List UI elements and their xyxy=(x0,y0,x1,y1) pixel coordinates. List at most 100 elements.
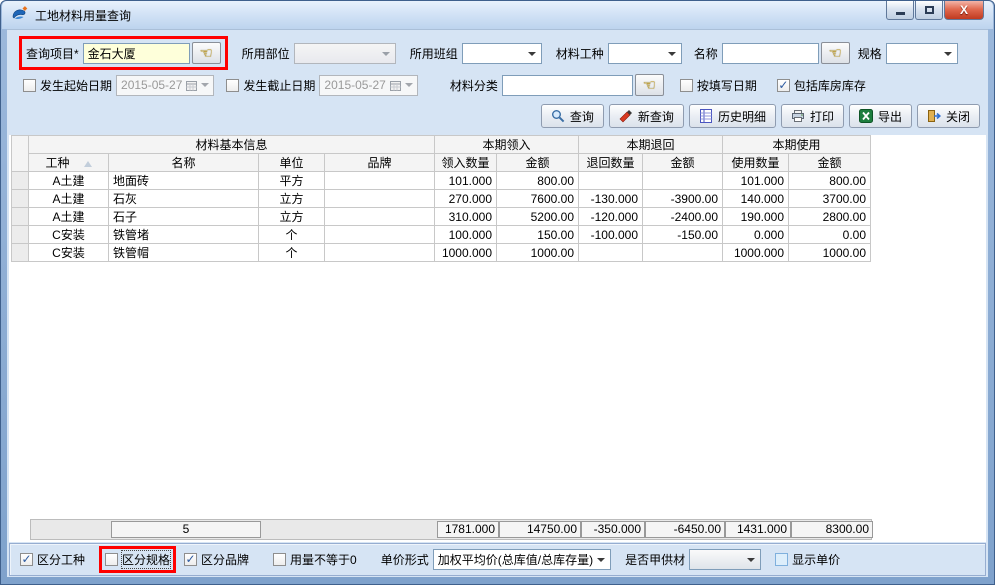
grid-cell[interactable]: 270.000 xyxy=(435,190,497,208)
grid-cell[interactable]: 0.00 xyxy=(789,226,871,244)
grid-cell[interactable]: 800.00 xyxy=(497,172,579,190)
column-header-received-amount[interactable]: 金额 xyxy=(497,154,579,172)
grid-cell[interactable]: 190.000 xyxy=(723,208,789,226)
grid-cell[interactable]: -2400.00 xyxy=(643,208,723,226)
grid-cell[interactable]: 1000.000 xyxy=(723,244,789,262)
grid-cell[interactable]: 2800.00 xyxy=(789,208,871,226)
grid-cell[interactable]: A土建 xyxy=(29,208,109,226)
row-selector[interactable] xyxy=(12,244,29,262)
distinguish-brand-checkbox[interactable] xyxy=(184,553,197,566)
grid-cell[interactable]: -120.000 xyxy=(579,208,643,226)
close-window-button[interactable]: 关闭 xyxy=(917,104,980,128)
grid-cell[interactable]: 个 xyxy=(259,226,325,244)
grid-cell[interactable]: 平方 xyxy=(259,172,325,190)
row-selector[interactable] xyxy=(12,208,29,226)
team-select[interactable] xyxy=(462,43,542,64)
name-input[interactable] xyxy=(722,43,819,64)
print-button[interactable]: 打印 xyxy=(781,104,844,128)
show-unit-price-checkbox[interactable] xyxy=(775,553,788,566)
table-row[interactable]: A土建石灰立方 270.0007600.00-130.000-3900.00140… xyxy=(12,190,871,208)
grid-cell[interactable] xyxy=(643,172,723,190)
end-date-checkbox[interactable] xyxy=(226,79,239,92)
grid-cell[interactable]: 0.000 xyxy=(723,226,789,244)
project-picker-button[interactable]: ☜ xyxy=(192,42,221,64)
project-input[interactable]: 金石大厦 xyxy=(83,43,190,64)
query-button[interactable]: 查询 xyxy=(541,104,604,128)
grid-cell[interactable]: 1000.000 xyxy=(435,244,497,262)
grid-cell[interactable] xyxy=(325,172,435,190)
minimize-button[interactable] xyxy=(886,1,914,20)
grid-cell[interactable]: C安装 xyxy=(29,244,109,262)
grid-cell[interactable]: -150.00 xyxy=(643,226,723,244)
name-picker-button[interactable]: ☜ xyxy=(821,42,850,64)
column-header-name[interactable]: 名称 xyxy=(109,154,259,172)
grid-cell[interactable] xyxy=(325,244,435,262)
grid-cell[interactable]: 3700.00 xyxy=(789,190,871,208)
distinguish-worktype-checkbox[interactable] xyxy=(20,553,33,566)
column-header-unit[interactable]: 单位 xyxy=(259,154,325,172)
grid-cell[interactable]: 140.000 xyxy=(723,190,789,208)
history-detail-button[interactable]: 历史明细 xyxy=(689,104,776,128)
grid-cell[interactable]: C安装 xyxy=(29,226,109,244)
column-header-returned-amount[interactable]: 金额 xyxy=(643,154,723,172)
grid-cell[interactable]: 石灰 xyxy=(109,190,259,208)
start-date-checkbox[interactable] xyxy=(23,79,36,92)
column-header-worktype[interactable]: 工种 xyxy=(29,154,109,172)
table-row[interactable]: C安装铁管帽个1000.0001000.001000.0001000.00 xyxy=(12,244,871,262)
grid-cell[interactable]: 150.00 xyxy=(497,226,579,244)
price-form-select[interactable]: 加权平均价(总库值/总库存量) xyxy=(433,549,611,570)
grid-cell[interactable]: 铁管堵 xyxy=(109,226,259,244)
grid-cell[interactable]: -3900.00 xyxy=(643,190,723,208)
table-row[interactable]: A土建地面砖平方101.000800.00101.000800.00 xyxy=(12,172,871,190)
column-header-used-amount[interactable]: 金额 xyxy=(789,154,871,172)
grid-cell[interactable]: 石子 xyxy=(109,208,259,226)
grid-cell[interactable] xyxy=(325,208,435,226)
grid-cell[interactable]: A土建 xyxy=(29,172,109,190)
grid-cell[interactable] xyxy=(325,190,435,208)
export-button[interactable]: 导出 xyxy=(849,104,912,128)
table-row[interactable]: A土建石子立方 310.0005200.00-120.000-2400.00190… xyxy=(12,208,871,226)
grid-cell[interactable]: 1000.00 xyxy=(789,244,871,262)
grid-cell[interactable]: 101.000 xyxy=(723,172,789,190)
column-header-brand[interactable]: 品牌 xyxy=(325,154,435,172)
distinguish-spec-checkbox[interactable] xyxy=(105,553,118,566)
results-grid-area: 材料基本信息 本期领入 本期退回 本期使用 工种 名称 单位 品牌 领入数量 金… xyxy=(9,135,986,542)
spec-select[interactable] xyxy=(886,43,958,64)
grid-cell[interactable]: 800.00 xyxy=(789,172,871,190)
column-header-received-qty[interactable]: 领入数量 xyxy=(435,154,497,172)
include-warehouse-checkbox[interactable] xyxy=(777,79,790,92)
close-button[interactable]: X xyxy=(944,1,984,20)
grid-cell[interactable]: 1000.00 xyxy=(497,244,579,262)
grid-cell[interactable] xyxy=(579,244,643,262)
by-fill-date-checkbox[interactable] xyxy=(680,79,693,92)
category-picker-button[interactable]: ☜ xyxy=(635,74,664,96)
new-query-button[interactable]: 新查询 xyxy=(609,104,684,128)
grid-cell[interactable]: 310.000 xyxy=(435,208,497,226)
grid-cell[interactable]: 铁管帽 xyxy=(109,244,259,262)
grid-cell[interactable] xyxy=(579,172,643,190)
grid-cell[interactable]: 100.000 xyxy=(435,226,497,244)
column-header-returned-qty[interactable]: 退回数量 xyxy=(579,154,643,172)
grid-cell[interactable]: 地面砖 xyxy=(109,172,259,190)
table-row[interactable]: C安装铁管堵个100.000150.00-100.000-150.000.000… xyxy=(12,226,871,244)
maximize-button[interactable] xyxy=(915,1,943,20)
row-selector[interactable] xyxy=(12,172,29,190)
grid-cell[interactable] xyxy=(643,244,723,262)
grid-cell[interactable]: 个 xyxy=(259,244,325,262)
grid-cell[interactable]: A土建 xyxy=(29,190,109,208)
category-input[interactable] xyxy=(502,75,633,96)
material-worktype-select[interactable] xyxy=(608,43,682,64)
column-header-used-qty[interactable]: 使用数量 xyxy=(723,154,789,172)
row-selector[interactable] xyxy=(12,190,29,208)
grid-cell[interactable]: 5200.00 xyxy=(497,208,579,226)
grid-cell[interactable]: -130.000 xyxy=(579,190,643,208)
usage-nonzero-checkbox[interactable] xyxy=(273,553,286,566)
row-selector[interactable] xyxy=(12,226,29,244)
owner-supplied-select[interactable] xyxy=(689,549,761,570)
grid-cell[interactable] xyxy=(325,226,435,244)
grid-cell[interactable]: 101.000 xyxy=(435,172,497,190)
grid-cell[interactable]: 7600.00 xyxy=(497,190,579,208)
grid-cell[interactable]: 立方 xyxy=(259,208,325,226)
grid-cell[interactable]: -100.000 xyxy=(579,226,643,244)
grid-cell[interactable]: 立方 xyxy=(259,190,325,208)
